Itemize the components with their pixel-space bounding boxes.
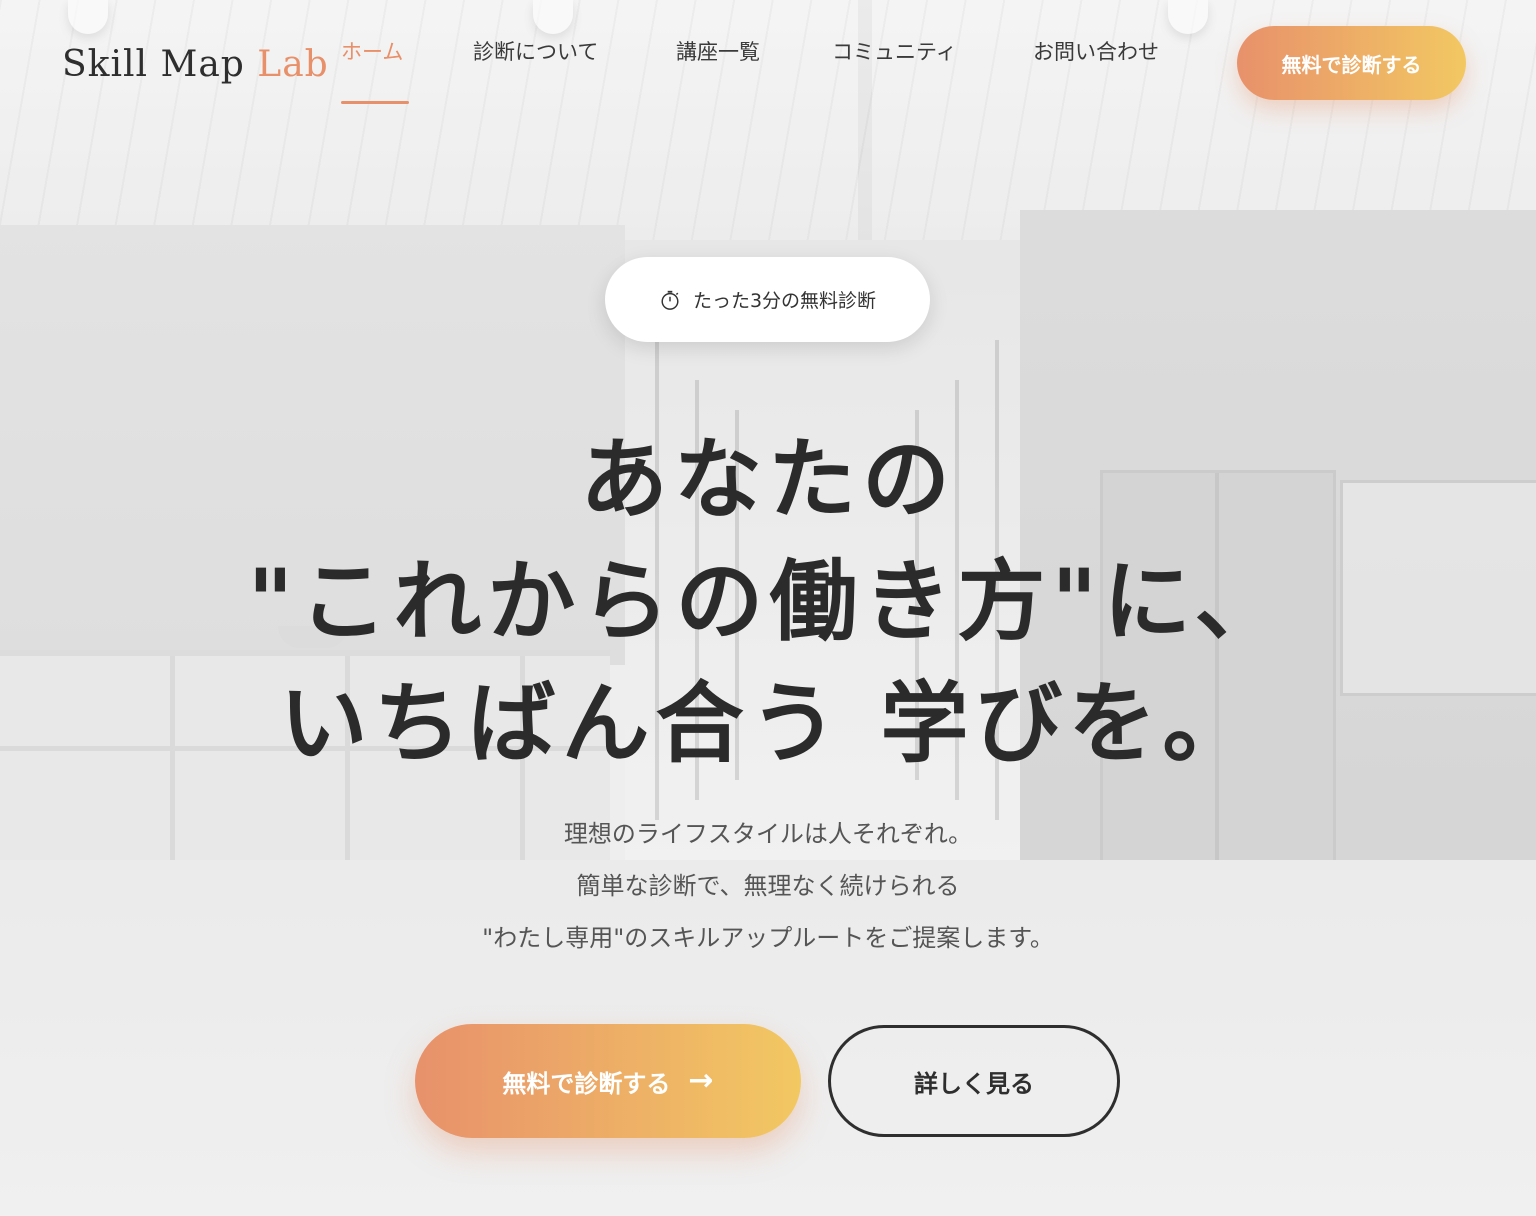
nav-item-home[interactable]: ホーム xyxy=(341,36,403,66)
hero-badge-text: たった3分の無料診断 xyxy=(692,290,877,312)
hero-headline-highlight: 学び xyxy=(872,662,1068,784)
hero-headline: あなたの "これからの働き方"に、 いちばん合う 学びを。 xyxy=(0,418,1536,784)
logo-text: Skill Map xyxy=(62,44,258,85)
hero-diagnosis-button-label: 無料で診断する xyxy=(502,1069,671,1098)
nav-item-community[interactable]: コミュニティ xyxy=(832,36,957,66)
nav-item-courses[interactable]: 講座一覧 xyxy=(676,36,760,66)
hero-description: 理想のライフスタイルは人それぞれ。 簡単な診断で、無理なく続けられる "わたし専… xyxy=(0,808,1536,964)
nav-item-contact[interactable]: お問い合わせ xyxy=(1033,36,1159,66)
nav-active-indicator xyxy=(341,101,409,104)
hero-description-line: 簡単な診断で、無理なく続けられる xyxy=(576,872,960,900)
hero-headline-line3-start: いちばん合う xyxy=(279,671,844,775)
hero-headline-line2: "これからの働き方"に、 xyxy=(247,549,1289,653)
hero-description-line: 理想のライフスタイルは人それぞれ。 xyxy=(563,820,973,848)
learn-more-button[interactable]: 詳しく見る xyxy=(828,1025,1120,1137)
hero-headline-line1: あなたの xyxy=(579,427,956,531)
logo-accent-text: Lab xyxy=(257,44,329,85)
nav-item-about-diagnosis[interactable]: 診断について xyxy=(473,36,598,66)
header-diagnosis-button[interactable]: 無料で診断する xyxy=(1237,26,1466,100)
logo[interactable]: Skill Map Lab xyxy=(62,44,329,85)
hero-diagnosis-button[interactable]: 無料で診断する → xyxy=(415,1024,801,1138)
hero-headline-line3: いちばん合う 学びを。 xyxy=(0,662,1536,784)
arrow-right-icon: → xyxy=(688,1063,714,1098)
hero-headline-line3-end: を。 xyxy=(1068,671,1257,775)
hero-description-line: "わたし専用"のスキルアップルートをご提案します。 xyxy=(482,924,1054,952)
stopwatch-icon xyxy=(661,290,679,310)
hero-badge: たった3分の無料診断 xyxy=(605,257,930,342)
